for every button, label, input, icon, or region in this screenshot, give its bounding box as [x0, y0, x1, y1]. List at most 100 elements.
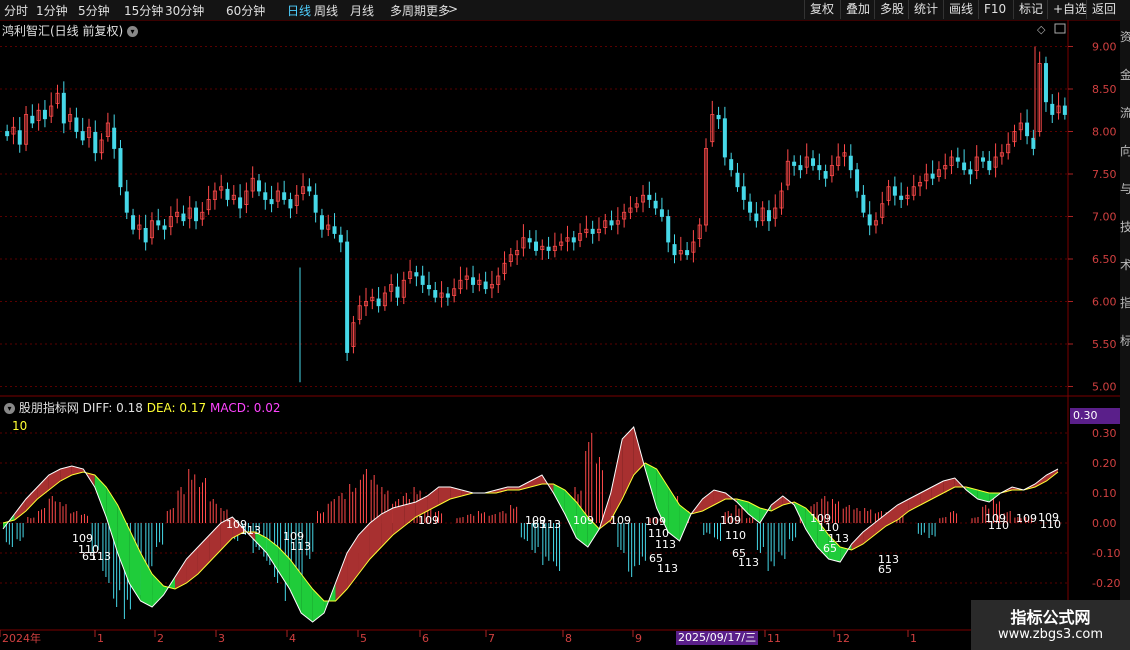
signal-label: 110 — [988, 519, 1009, 532]
side-panel-char: 与 — [1120, 182, 1130, 196]
side-panel-char: 术 — [1120, 258, 1130, 272]
watermark: 指标公式网 www.zbgs3.com — [971, 600, 1130, 650]
signal-label: 109 — [610, 514, 631, 527]
candle-body — [729, 159, 734, 171]
signal-label: 109 — [720, 514, 741, 527]
diff-dea-band — [25, 487, 38, 511]
watermark-title: 指标公式网 — [1010, 608, 1091, 627]
candle-body — [420, 275, 425, 285]
candle-body — [307, 186, 312, 192]
candle-body — [319, 215, 324, 230]
candle-body — [80, 131, 85, 141]
signal-label: 113 — [540, 518, 561, 531]
candle-body — [426, 284, 431, 290]
candle-body — [867, 214, 872, 226]
candle-body — [981, 157, 986, 162]
candle-body — [546, 246, 551, 251]
candle-body — [899, 195, 904, 200]
signal-label: 65 — [878, 563, 892, 576]
candle-body — [722, 118, 727, 158]
time-tick-label: 5 — [360, 632, 367, 645]
candle-body — [61, 92, 66, 124]
candle-body — [716, 114, 721, 120]
candle-body — [269, 199, 274, 205]
price-tick-label: 9.00 — [1092, 41, 1117, 54]
panel-toggle-icon — [1054, 23, 1066, 34]
time-tick-label: 7 — [488, 632, 495, 645]
candle-body — [861, 194, 866, 213]
time-tick-label: 12 — [836, 632, 850, 645]
diff-dea-band — [14, 499, 26, 520]
signal-label: 113 — [290, 540, 311, 553]
candle-body — [124, 191, 129, 213]
candle-body — [414, 272, 419, 277]
diff-dea-band — [863, 523, 875, 544]
candle-body — [194, 207, 199, 222]
signal-label: 113 — [655, 538, 676, 551]
selected-date: 2025/09/17/三 — [676, 631, 759, 645]
candle-body — [647, 194, 652, 200]
signal-label: 109 — [418, 514, 439, 527]
signal-label: 110 — [725, 529, 746, 542]
candle-body — [17, 130, 22, 145]
candle-body — [848, 155, 853, 171]
candle-body — [5, 131, 10, 137]
side-panel-char: 流 — [1120, 106, 1130, 120]
candle-body — [987, 160, 992, 171]
candle-body — [332, 226, 337, 234]
candle-body — [748, 201, 753, 213]
candle-body — [74, 117, 79, 132]
price-tick-label: 5.00 — [1092, 381, 1117, 394]
candle-body — [817, 165, 822, 171]
time-tick-label: 11 — [767, 632, 781, 645]
candle-body — [483, 281, 488, 290]
candle-body — [395, 286, 400, 298]
candle-body — [93, 131, 98, 154]
candle-body — [968, 169, 973, 175]
time-tick-label: 4 — [289, 632, 296, 645]
candle-body — [131, 215, 136, 230]
signal-label: 113 — [738, 556, 759, 569]
diff-dea-band — [679, 505, 692, 541]
candle-body — [1062, 105, 1067, 115]
diff-dea-band — [610, 439, 623, 520]
diff-dea-band — [152, 574, 164, 607]
signal-label: 109 — [1038, 511, 1059, 524]
candle-body — [156, 220, 161, 226]
diff-dea-band — [37, 475, 49, 499]
candle-body — [238, 197, 243, 209]
diff-dea-band — [427, 487, 439, 511]
candle-body — [659, 209, 664, 217]
watermark-url: www.zbgs3.com — [997, 627, 1104, 642]
candle-body — [672, 244, 677, 256]
time-tick-label: 8 — [565, 632, 572, 645]
candle-body — [855, 169, 860, 192]
candle-body — [766, 210, 771, 222]
candle-body — [471, 277, 476, 285]
candle-body — [225, 188, 230, 200]
candle-body — [811, 158, 816, 166]
candle-body — [42, 109, 47, 120]
signal-label: 113 — [90, 550, 111, 563]
candle-body — [263, 192, 268, 200]
side-panel-char: 指 — [1120, 296, 1130, 310]
side-panel-char: 向 — [1120, 144, 1130, 158]
price-tick-label: 8.50 — [1092, 83, 1117, 96]
time-tick-label: 1 — [910, 632, 917, 645]
diff-dea-band — [874, 514, 886, 535]
candle-body — [571, 237, 576, 243]
price-tick-label: 7.50 — [1092, 168, 1117, 181]
kline-chart[interactable]: 9.00 8.50 8.00 7.50 7.00 6.50 6.00 5.50 5.00 0.30… — [0, 0, 1130, 650]
candle-body — [1050, 103, 1055, 115]
candle-body — [143, 227, 148, 243]
time-tick-label: 2 — [157, 632, 164, 645]
candle-body — [930, 173, 935, 179]
time-tick-label: 1 — [97, 632, 104, 645]
signal-label: 113 — [657, 562, 678, 575]
diamond-icon: ◇ — [1037, 23, 1046, 36]
signal-label: 109 — [573, 514, 594, 527]
macd-tick-label: 0.30 — [1092, 427, 1117, 440]
candle-body — [792, 161, 797, 166]
diff-dea-band — [553, 484, 565, 514]
price-tick-label: 7.00 — [1092, 211, 1117, 224]
